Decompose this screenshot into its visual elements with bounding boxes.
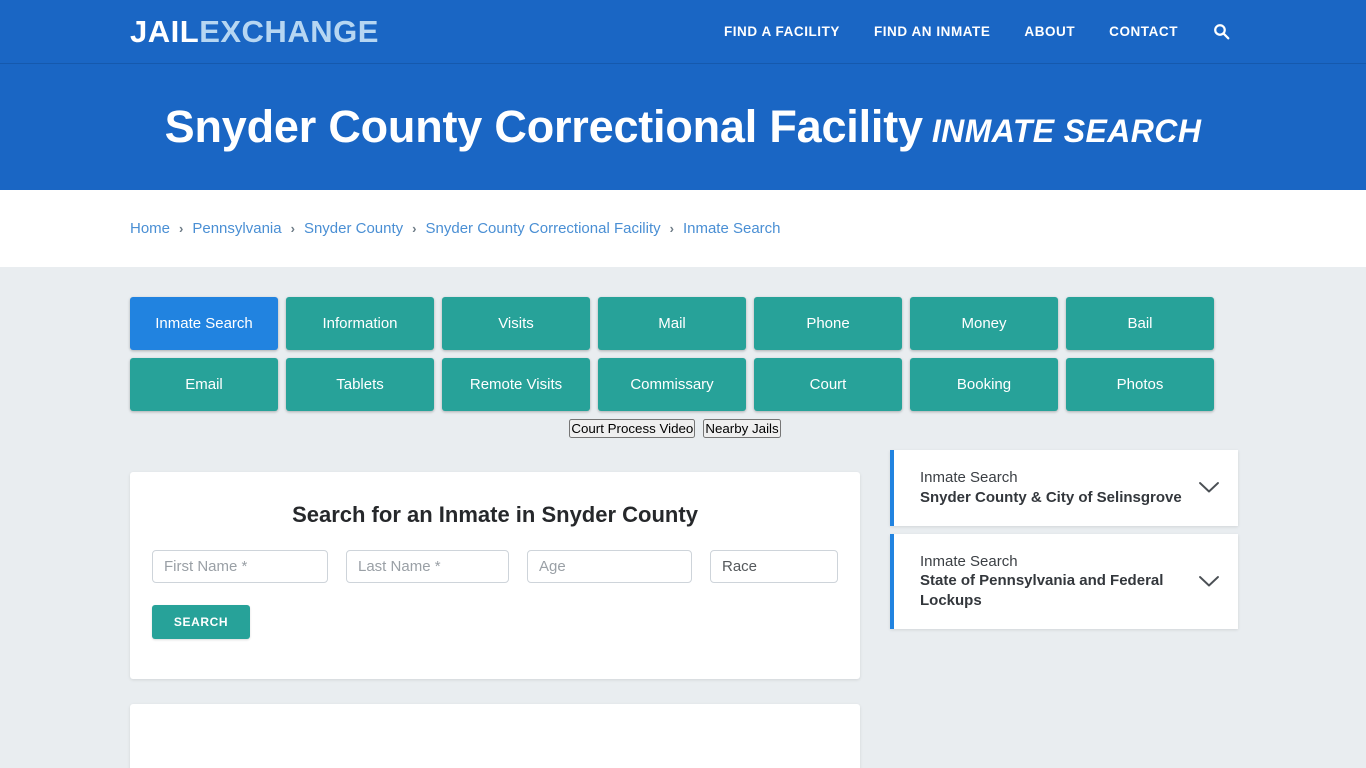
- first-name-input[interactable]: [152, 550, 328, 583]
- nav-item-contact[interactable]: CONTACT: [1092, 24, 1195, 39]
- facility-tabs: Inmate Search Information Visits Mail Ph…: [130, 297, 1236, 438]
- facility-tabs-row-2: Email Tablets Remote Visits Commissary C…: [130, 358, 1236, 411]
- tab-nearby-jails[interactable]: Nearby Jails: [703, 419, 781, 438]
- tab-court-process-video[interactable]: Court Process Video: [569, 419, 696, 438]
- tab-bail[interactable]: Bail: [1066, 297, 1214, 350]
- inmate-search-form: Race: [152, 550, 838, 583]
- accordion-item-text: Inmate Search Snyder County & City of Se…: [920, 468, 1182, 508]
- age-input[interactable]: [527, 550, 692, 583]
- breadcrumb-separator: ›: [290, 221, 295, 236]
- secondary-results-card: [130, 704, 860, 768]
- page-hero: Snyder County Correctional Facility Inmat…: [0, 64, 1366, 190]
- breadcrumb-item-home[interactable]: Home: [130, 220, 170, 237]
- logo-text-jail: JAIL: [130, 14, 200, 49]
- page-title: Snyder County Correctional Facility Inmat…: [165, 102, 1202, 152]
- sidebar-column: Inmate Search Snyder County & City of Se…: [890, 450, 1238, 637]
- breadcrumb-item-snyder-county[interactable]: Snyder County: [304, 220, 403, 237]
- breadcrumb-separator: ›: [669, 221, 674, 236]
- last-name-input[interactable]: [346, 550, 509, 583]
- race-select[interactable]: Race: [710, 550, 838, 583]
- nav-item-about[interactable]: ABOUT: [1007, 24, 1092, 39]
- accordion-item-county-search[interactable]: Inmate Search Snyder County & City of Se…: [890, 450, 1238, 526]
- site-header: JAIL EXCHANGE FIND A FACILITY FIND AN INM…: [0, 0, 1366, 64]
- accordion-item-subtitle: Snyder County & City of Selinsgrove: [920, 488, 1182, 506]
- logo-text-exchange: EXCHANGE: [199, 14, 379, 49]
- tab-photos[interactable]: Photos: [1066, 358, 1214, 411]
- page-title-sub: Inmate Search: [931, 113, 1202, 150]
- search-panel-heading: Search for an Inmate in Snyder County: [292, 502, 698, 527]
- site-logo[interactable]: JAIL EXCHANGE: [130, 16, 379, 47]
- facility-tabs-row-1: Inmate Search Information Visits Mail Ph…: [130, 297, 1236, 350]
- tab-booking[interactable]: Booking: [910, 358, 1058, 411]
- breadcrumb-item-pennsylvania[interactable]: Pennsylvania: [192, 220, 281, 237]
- tab-mail[interactable]: Mail: [598, 297, 746, 350]
- inmate-search-panel: Search for an Inmate in Snyder County Ra…: [130, 472, 860, 679]
- tab-inmate-search[interactable]: Inmate Search: [130, 297, 278, 350]
- tab-visits[interactable]: Visits: [442, 297, 590, 350]
- accordion-item-state-federal-search[interactable]: Inmate Search State of Pennsylvania and …: [890, 533, 1238, 629]
- breadcrumb-separator: ›: [412, 221, 417, 236]
- main-column: Search for an Inmate in Snyder County Ra…: [130, 472, 860, 768]
- facility-tabs-row-3: Court Process Video Nearby Jails: [130, 419, 1236, 438]
- main-navigation: FIND A FACILITY FIND AN INMATE ABOUT CON…: [707, 23, 1236, 40]
- tab-information[interactable]: Information: [286, 297, 434, 350]
- chevron-down-icon[interactable]: [1198, 575, 1220, 588]
- tab-phone[interactable]: Phone: [754, 297, 902, 350]
- accordion-item-title: Inmate Search: [920, 552, 1018, 570]
- breadcrumb-separator: ›: [179, 221, 184, 236]
- tab-money[interactable]: Money: [910, 297, 1058, 350]
- accordion-item-title: Inmate Search: [920, 469, 1018, 486]
- tab-tablets[interactable]: Tablets: [286, 358, 434, 411]
- nav-item-find-an-inmate[interactable]: FIND AN INMATE: [857, 24, 1007, 39]
- breadcrumb-band: Home › Pennsylvania › Snyder County › Sn…: [0, 190, 1366, 267]
- tab-commissary[interactable]: Commissary: [598, 358, 746, 411]
- nav-item-find-a-facility[interactable]: FIND A FACILITY: [707, 24, 857, 39]
- breadcrumb: Home › Pennsylvania › Snyder County › Sn…: [130, 220, 1236, 237]
- tab-email[interactable]: Email: [130, 358, 278, 411]
- search-icon[interactable]: [1195, 23, 1236, 40]
- chevron-down-icon[interactable]: [1198, 481, 1220, 494]
- accordion-item-subtitle: State of Pennsylvania and Federal Lockup…: [920, 572, 1164, 610]
- breadcrumb-item-facility[interactable]: Snyder County Correctional Facility: [426, 220, 661, 237]
- page-body: Inmate Search Information Visits Mail Ph…: [130, 267, 1238, 768]
- page-title-main: Snyder County Correctional Facility: [164, 101, 923, 153]
- tab-court[interactable]: Court: [754, 358, 902, 411]
- accordion-item-text: Inmate Search State of Pennsylvania and …: [920, 552, 1186, 611]
- inmate-search-accordion: Inmate Search Snyder County & City of Se…: [890, 450, 1238, 629]
- search-submit-button[interactable]: SEARCH: [152, 605, 250, 639]
- breadcrumb-item-current: Inmate Search: [682, 220, 781, 237]
- tab-remote-visits[interactable]: Remote Visits: [442, 358, 590, 411]
- content-split: Search for an Inmate in Snyder County Ra…: [130, 450, 1238, 768]
